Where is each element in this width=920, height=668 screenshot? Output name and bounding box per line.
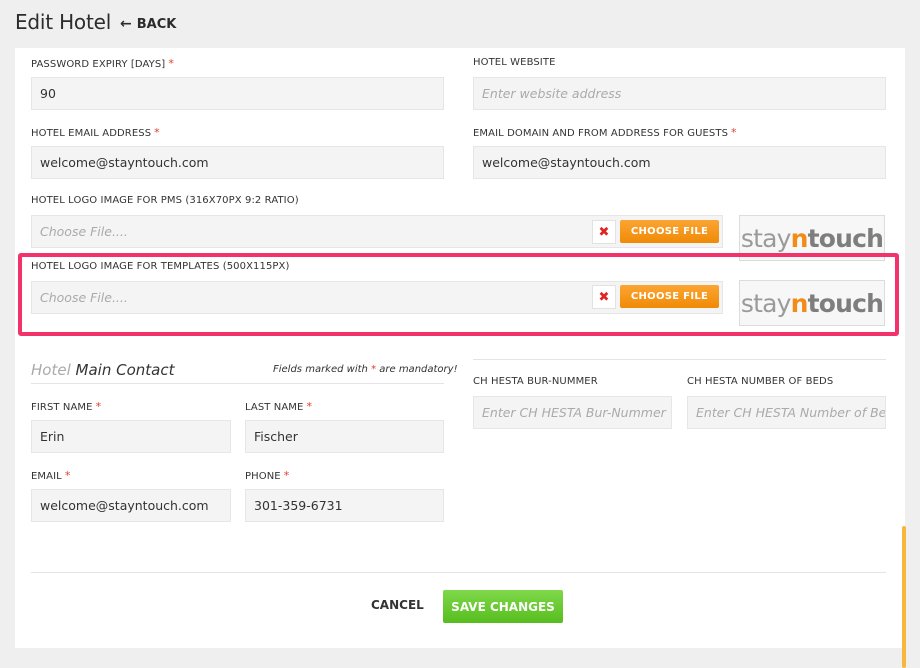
last-name-label: LAST NAME * <box>245 400 313 413</box>
mandatory-note: Fields marked with * are mandatory! <box>273 364 458 375</box>
contact-divider <box>31 383 444 384</box>
back-label: BACK <box>136 16 177 32</box>
top-bar: Edit Hotel ← BACK <box>0 0 920 48</box>
arrow-left-icon: ← <box>120 16 132 32</box>
hotel-email-input[interactable]: welcome@stayntouch.com <box>31 146 444 179</box>
email-label: EMAIL * <box>31 469 71 482</box>
first-name-input[interactable]: Erin <box>31 420 231 453</box>
stayntouch-logo: stayntouch <box>740 223 884 253</box>
hesta-bur-nummer-label: CH HESTA BUR-NUMMER <box>473 376 598 387</box>
main-contact-title: Hotel Main Contact <box>31 361 175 379</box>
first-name-label: FIRST NAME * <box>31 400 102 413</box>
email-input[interactable]: welcome@stayntouch.com <box>31 489 231 522</box>
hotel-email-label: HOTEL EMAIL ADDRESS * <box>31 126 160 139</box>
phone-label: PHONE * <box>245 469 290 482</box>
back-button[interactable]: ← BACK <box>120 16 176 32</box>
hotel-website-label: HOTEL WEBSITE <box>473 57 556 68</box>
phone-input[interactable]: 301-359-6731 <box>245 489 444 522</box>
logo-pms-placeholder: Choose File.... <box>40 224 128 239</box>
hesta-divider <box>473 359 886 360</box>
email-domain-input[interactable]: welcome@stayntouch.com <box>473 146 886 179</box>
email-domain-label: EMAIL DOMAIN AND FROM ADDRESS FOR GUESTS… <box>473 126 737 139</box>
last-name-input[interactable]: Fischer <box>245 420 444 453</box>
footer-divider <box>31 572 886 573</box>
logo-pms-choose-file-button[interactable]: CHOOSE FILE <box>620 220 719 243</box>
page-title: Edit Hotel <box>15 10 112 34</box>
logo-pms-clear-icon[interactable]: ✖ <box>592 220 616 244</box>
highlight-box <box>18 253 899 336</box>
hesta-bur-nummer-input[interactable]: Enter CH HESTA Bur-Nummer <box>473 396 672 429</box>
cancel-button[interactable]: CANCEL <box>371 598 424 612</box>
password-expiry-label: PASSWORD EXPIRY [DAYS] * <box>31 57 174 70</box>
save-changes-button[interactable]: SAVE CHANGES <box>443 590 563 623</box>
hotel-website-input[interactable]: Enter website address <box>473 77 886 110</box>
hesta-beds-label: CH HESTA NUMBER OF BEDS <box>687 376 834 387</box>
logo-pms-label: HOTEL LOGO IMAGE FOR PMS (316X70PX 9:2 R… <box>31 195 299 206</box>
password-expiry-input[interactable]: 90 <box>31 77 444 110</box>
scrollbar-thumb[interactable] <box>902 526 906 668</box>
hesta-beds-input[interactable]: Enter CH HESTA Number of Beds <box>687 396 886 429</box>
